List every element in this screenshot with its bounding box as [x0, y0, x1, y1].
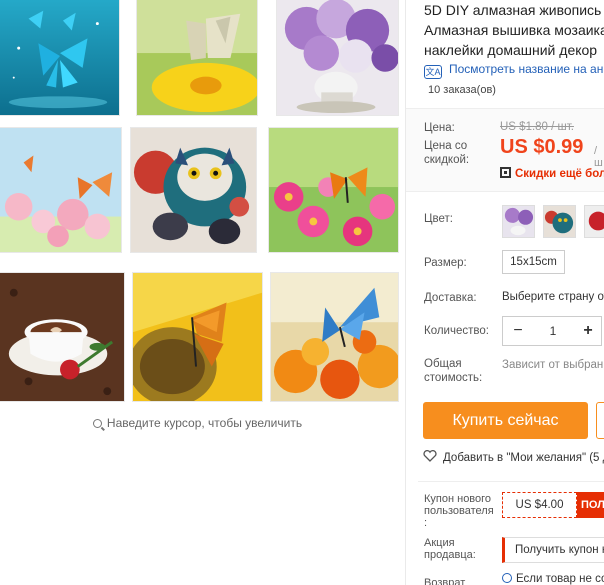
return-policy: Если товар не со — [502, 573, 604, 585]
zoom-hint-text: Наведите курсор, чтобы увеличить — [106, 416, 303, 430]
total-cost-value: Зависит от выбранн — [502, 359, 604, 371]
price-label: Цена: — [424, 122, 455, 134]
quantity-input[interactable]: 1 — [533, 317, 573, 345]
extra-discount-text: Скидки ещё бол — [515, 168, 604, 180]
gallery-image-lilac-vase[interactable] — [276, 0, 399, 116]
butterfly-cherry-blossom-image — [0, 128, 121, 252]
butterfly-pink-flowers-image — [269, 128, 398, 252]
quantity-increase-button[interactable]: + — [575, 317, 601, 345]
wishlist-text: Добавить в "Мои желания" (5 д — [443, 452, 604, 464]
product-title-line1: 5D DIY алмазная живопись к — [424, 2, 604, 18]
butterfly-blue-image — [0, 0, 119, 115]
price-unit: / ш — [594, 145, 603, 169]
seller-coupon-button[interactable]: Получить купон н — [502, 537, 604, 563]
cats-image — [131, 128, 256, 252]
new-user-coupon-label: Купон нового пользователя : — [424, 493, 494, 529]
total-cost-label-line2: стоимость: — [424, 372, 483, 384]
butterfly-daisy-image — [137, 0, 257, 115]
color-swatch-more[interactable] — [584, 205, 604, 238]
return-policy-text: Если товар не со — [516, 573, 604, 585]
new-user-coupon-label-line1: Купон нового — [424, 493, 492, 505]
gallery-image-butterfly-daisy[interactable] — [136, 0, 258, 116]
size-label: Размер: — [424, 257, 467, 269]
shipping-label: Доставка: — [424, 292, 477, 304]
butterfly-orange-flowers-image — [271, 273, 398, 401]
seller-promo-label: Акция продавца: — [424, 537, 476, 561]
size-option[interactable]: 15x15cm — [502, 250, 565, 274]
lilac-vase-image — [277, 0, 398, 115]
buy-now-button[interactable]: Купить сейчас — [423, 402, 588, 439]
gallery-image-butterfly-cherry-blossom[interactable] — [0, 127, 122, 253]
extra-discount-link[interactable]: Скидки ещё бол — [500, 167, 604, 180]
total-cost-label-line1: Общая — [424, 358, 462, 370]
add-to-cart-button[interactable] — [596, 402, 604, 439]
coffee-cup-image — [0, 273, 124, 401]
coupon-value: US $4.00 — [502, 492, 577, 518]
original-price: US $1.80 / шт. — [500, 121, 574, 133]
magnifier-icon — [92, 419, 102, 428]
qr-code-icon — [500, 167, 511, 178]
discounted-price: US $0.99 — [500, 136, 584, 158]
return-icon — [502, 573, 512, 583]
gallery-image-coffee-cup[interactable] — [0, 272, 125, 402]
color-label: Цвет: — [424, 213, 453, 225]
shipping-country-selector[interactable]: Выберите страну от — [502, 291, 604, 303]
butterfly-sunflower-image — [133, 273, 262, 401]
product-title-line3: наклейки домашний декор — [424, 42, 598, 58]
quantity-stepper: − 1 + — [502, 316, 602, 346]
swatch-image — [585, 206, 604, 237]
cats-swatch-image — [544, 206, 575, 237]
translate-icon: 文A — [424, 65, 442, 79]
gallery-image-butterfly-orange-flowers[interactable] — [270, 272, 399, 402]
color-swatch-cats[interactable] — [543, 205, 576, 238]
heart-icon — [423, 450, 437, 462]
seller-promo-label-line1: Акция — [424, 537, 455, 549]
translate-title-link[interactable]: 文A Посмотреть название на анг. — [424, 62, 604, 79]
translate-link-text: Посмотреть название на анг. — [449, 62, 604, 76]
divider — [418, 481, 604, 482]
gallery-image-butterfly-pink-flowers[interactable] — [268, 127, 399, 253]
gallery-image-cats[interactable] — [130, 127, 257, 253]
quantity-label: Количество: — [424, 325, 489, 337]
new-user-coupon-label-line2: пользователя — [424, 505, 494, 517]
return-label: Возврат — [424, 577, 466, 585]
product-title-line2: Алмазная вышивка мозаика — [424, 22, 604, 38]
gallery-image-butterfly-sunflower[interactable] — [132, 272, 263, 402]
zoom-hint: Наведите курсор, чтобы увеличить — [0, 416, 395, 430]
discount-price-label-line2: скидкой: — [424, 154, 470, 166]
seller-promo-label-line2: продавца: — [424, 549, 476, 561]
color-swatch-lilac[interactable] — [502, 205, 535, 238]
get-coupon-button[interactable]: ПОЛ — [577, 492, 604, 518]
orders-count: 10 заказа(ов) — [428, 84, 496, 96]
new-user-coupon-label-line3: : — [424, 517, 428, 529]
image-gallery: Наведите курсор, чтобы увеличить — [0, 0, 405, 585]
product-detail-panel: 5D DIY алмазная живопись к Алмазная выши… — [405, 0, 604, 585]
gallery-image-butterfly-blue[interactable] — [0, 0, 120, 116]
product-title: 5D DIY алмазная живопись к Алмазная выши… — [424, 0, 604, 60]
price-block: Цена: Цена со скидкой: US $1.80 / шт. US… — [406, 108, 604, 192]
lilac-swatch-image — [503, 206, 534, 237]
discount-price-label-line1: Цена со — [424, 140, 468, 152]
quantity-decrease-button[interactable]: − — [505, 317, 531, 345]
total-cost-label: Общая стоимость: — [424, 357, 482, 385]
add-to-wishlist-link[interactable]: Добавить в "Мои желания" (5 д — [423, 450, 604, 464]
discount-price-label: Цена со скидкой: — [424, 139, 469, 167]
